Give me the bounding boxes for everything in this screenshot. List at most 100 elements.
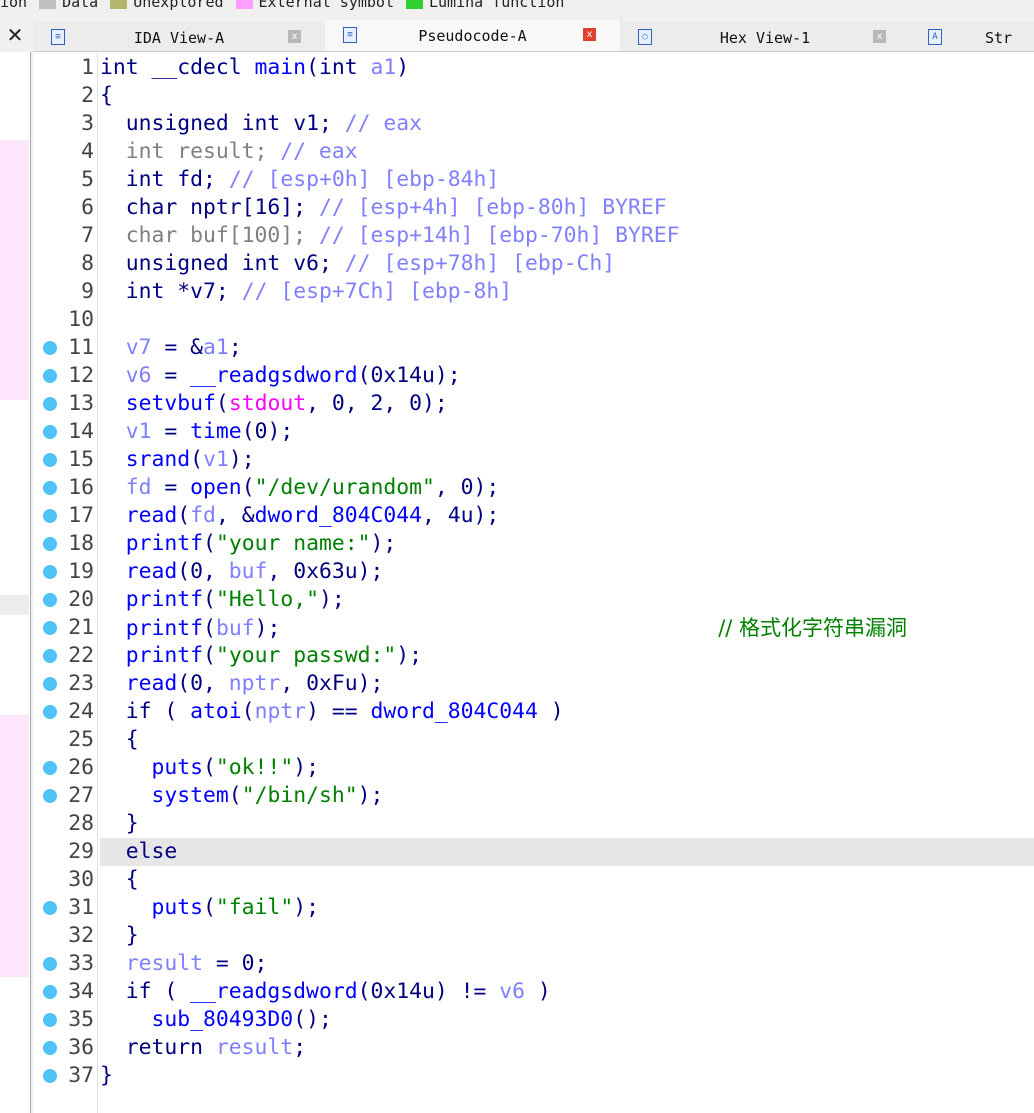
code-line[interactable]: 21 printf(buf); // 格式化字符串漏洞 [33, 614, 1034, 642]
code-line[interactable]: 31 puts("fail"); [33, 894, 1034, 922]
code-line[interactable]: 35 sub_80493D0(); [33, 1006, 1034, 1034]
code-line[interactable]: 17 read(fd, &dword_804C044, 4u); [33, 502, 1034, 530]
code-text: { [100, 866, 1034, 894]
code-line[interactable]: 13 setvbuf(stdout, 0, 2, 0); [33, 390, 1034, 418]
line-number: 4 [81, 139, 94, 164]
code-line[interactable]: 28 } [33, 810, 1034, 838]
code-line[interactable]: 23 read(0, nptr, 0xFu); [33, 670, 1034, 698]
tab-ida-view-a[interactable]: ≡ IDA View-A x [33, 22, 326, 51]
code-text: v6 = __readgsdword(0x14u); [100, 362, 1034, 390]
code-text: { [100, 726, 1034, 754]
code-line[interactable]: 33 result = 0; [33, 950, 1034, 978]
tab-label: Pseudocode-A [418, 27, 527, 45]
line-number: 28 [68, 811, 94, 836]
code-line[interactable]: 37} [33, 1062, 1034, 1090]
close-tab-icon[interactable]: x [583, 28, 596, 41]
code-line[interactable]: 30 { [33, 866, 1034, 894]
tab-hex-view-1[interactable]: ○ Hex View-1 x [620, 22, 911, 51]
code-line[interactable]: 16 fd = open("/dev/urandom", 0); [33, 474, 1034, 502]
code-line[interactable]: 24 if ( atoi(nptr) == dword_804C044 ) [33, 698, 1034, 726]
code-line[interactable]: 20 printf("Hello,"); [33, 586, 1034, 614]
code-line[interactable]: 26 puts("ok!!"); [33, 754, 1034, 782]
line-number: 26 [68, 755, 94, 780]
code-token: ); [357, 783, 384, 808]
legend-label: Data [62, 0, 99, 11]
code-text: int __cdecl main(int a1) [100, 54, 1034, 82]
code-line[interactable]: 14 v1 = time(0); [33, 418, 1034, 446]
code-line[interactable]: 18 printf("your name:"); [33, 530, 1034, 558]
code-text: } [100, 1062, 1034, 1090]
code-line[interactable]: 32 } [33, 922, 1034, 950]
code-token: main [254, 55, 307, 80]
tab-str[interactable]: A Str [910, 22, 1034, 51]
code-line[interactable]: 5 int fd; // [esp+0h] [ebp-84h] [33, 166, 1034, 194]
code-token: unsigned int [100, 251, 294, 276]
close-tab-icon[interactable]: x [288, 30, 301, 43]
code-line[interactable]: 36 return result; [33, 1034, 1034, 1062]
code-token: (); [293, 1007, 332, 1032]
code-token: (0, [177, 671, 229, 696]
code-line[interactable]: 27 system("/bin/sh"); [33, 782, 1034, 810]
code-token: ); [228, 447, 255, 472]
code-line[interactable]: 7 char buf[100]; // [esp+14h] [ebp-70h] … [33, 222, 1034, 250]
tab-pseudocode-a[interactable]: ≡ Pseudocode-A x [325, 20, 621, 51]
line-number: 1 [81, 55, 94, 80]
close-panel-button[interactable]: ✕ [0, 20, 30, 50]
code-token: ); [254, 616, 281, 641]
code-text: v1 = time(0); [100, 418, 1034, 446]
code-line[interactable]: 11 v7 = &a1; [33, 334, 1034, 362]
code-line[interactable]: 4 int result; // eax [33, 138, 1034, 166]
code-token: printf [125, 616, 204, 641]
close-tab-icon[interactable]: x [873, 30, 886, 43]
external-region [0, 715, 29, 977]
code-token: dword_804C044 [370, 699, 538, 724]
code-token: nptr[16]; [190, 195, 319, 220]
code-line[interactable]: 12 v6 = __readgsdword(0x14u); [33, 362, 1034, 390]
code-text: result = 0; [100, 950, 1034, 978]
code-token: , 0); [434, 475, 500, 500]
pseudocode-editor[interactable]: 1 int __cdecl main(int a1) 2{3 unsigned in… [33, 52, 1034, 1113]
line-number: 2 [81, 83, 94, 108]
code-token: "/dev/urandom" [254, 475, 435, 500]
code-token: ( [228, 783, 242, 808]
code-line[interactable]: 29 else [33, 838, 1034, 866]
code-token: srand [125, 447, 191, 472]
code-text: read(0, buf, 0x63u); [100, 558, 1034, 586]
code-line[interactable]: 8 unsigned int v6; // [esp+78h] [ebp-Ch] [33, 250, 1034, 278]
legend-label: Unexplored [133, 0, 224, 11]
data-region [0, 595, 29, 615]
line-number: 15 [68, 447, 94, 472]
code-line[interactable]: 10 [33, 306, 1034, 334]
code-token: "/bin/sh" [241, 783, 358, 808]
code-text: printf("your passwd:"); [100, 642, 1034, 670]
code-token: , & [215, 503, 255, 528]
code-line[interactable]: 19 read(0, buf, 0x63u); [33, 558, 1034, 586]
code-token: setvbuf [125, 391, 216, 416]
code-text: else [100, 838, 1034, 866]
code-line[interactable]: 15 srand(v1); [33, 446, 1034, 474]
code-line[interactable]: 22 printf("your passwd:"); [33, 642, 1034, 670]
code-token: // [esp+4h] [ebp-80h] BYREF [318, 195, 667, 220]
code-line[interactable]: 2{ [33, 82, 1034, 110]
code-token: ) [396, 55, 410, 80]
code-token: ); [293, 755, 319, 780]
line-number: 12 [68, 363, 94, 388]
tab-bar: ≡ IDA View-A x ≡ Pseudocode-A x ○ Hex View-1 x A S… [33, 20, 1034, 52]
code-line[interactable]: 3 unsigned int v1; // eax [33, 110, 1034, 138]
code-token: } [100, 1063, 113, 1088]
code-line[interactable]: 9 int *v7; // [esp+7Ch] [ebp-8h] [33, 278, 1034, 306]
code-line[interactable]: 6 char nptr[16]; // [esp+4h] [ebp-80h] B… [33, 194, 1034, 222]
code-token: , 0xFu); [280, 671, 384, 696]
code-token: ); [396, 643, 422, 668]
code-line[interactable]: 25 { [33, 726, 1034, 754]
code-token: read [125, 559, 178, 584]
line-number: 29 [68, 839, 94, 864]
code-line[interactable]: 1 int __cdecl main(int a1) [33, 54, 1034, 82]
code-line[interactable]: 34 if ( __readgsdword(0x14u) != v6 ) [33, 978, 1034, 1006]
